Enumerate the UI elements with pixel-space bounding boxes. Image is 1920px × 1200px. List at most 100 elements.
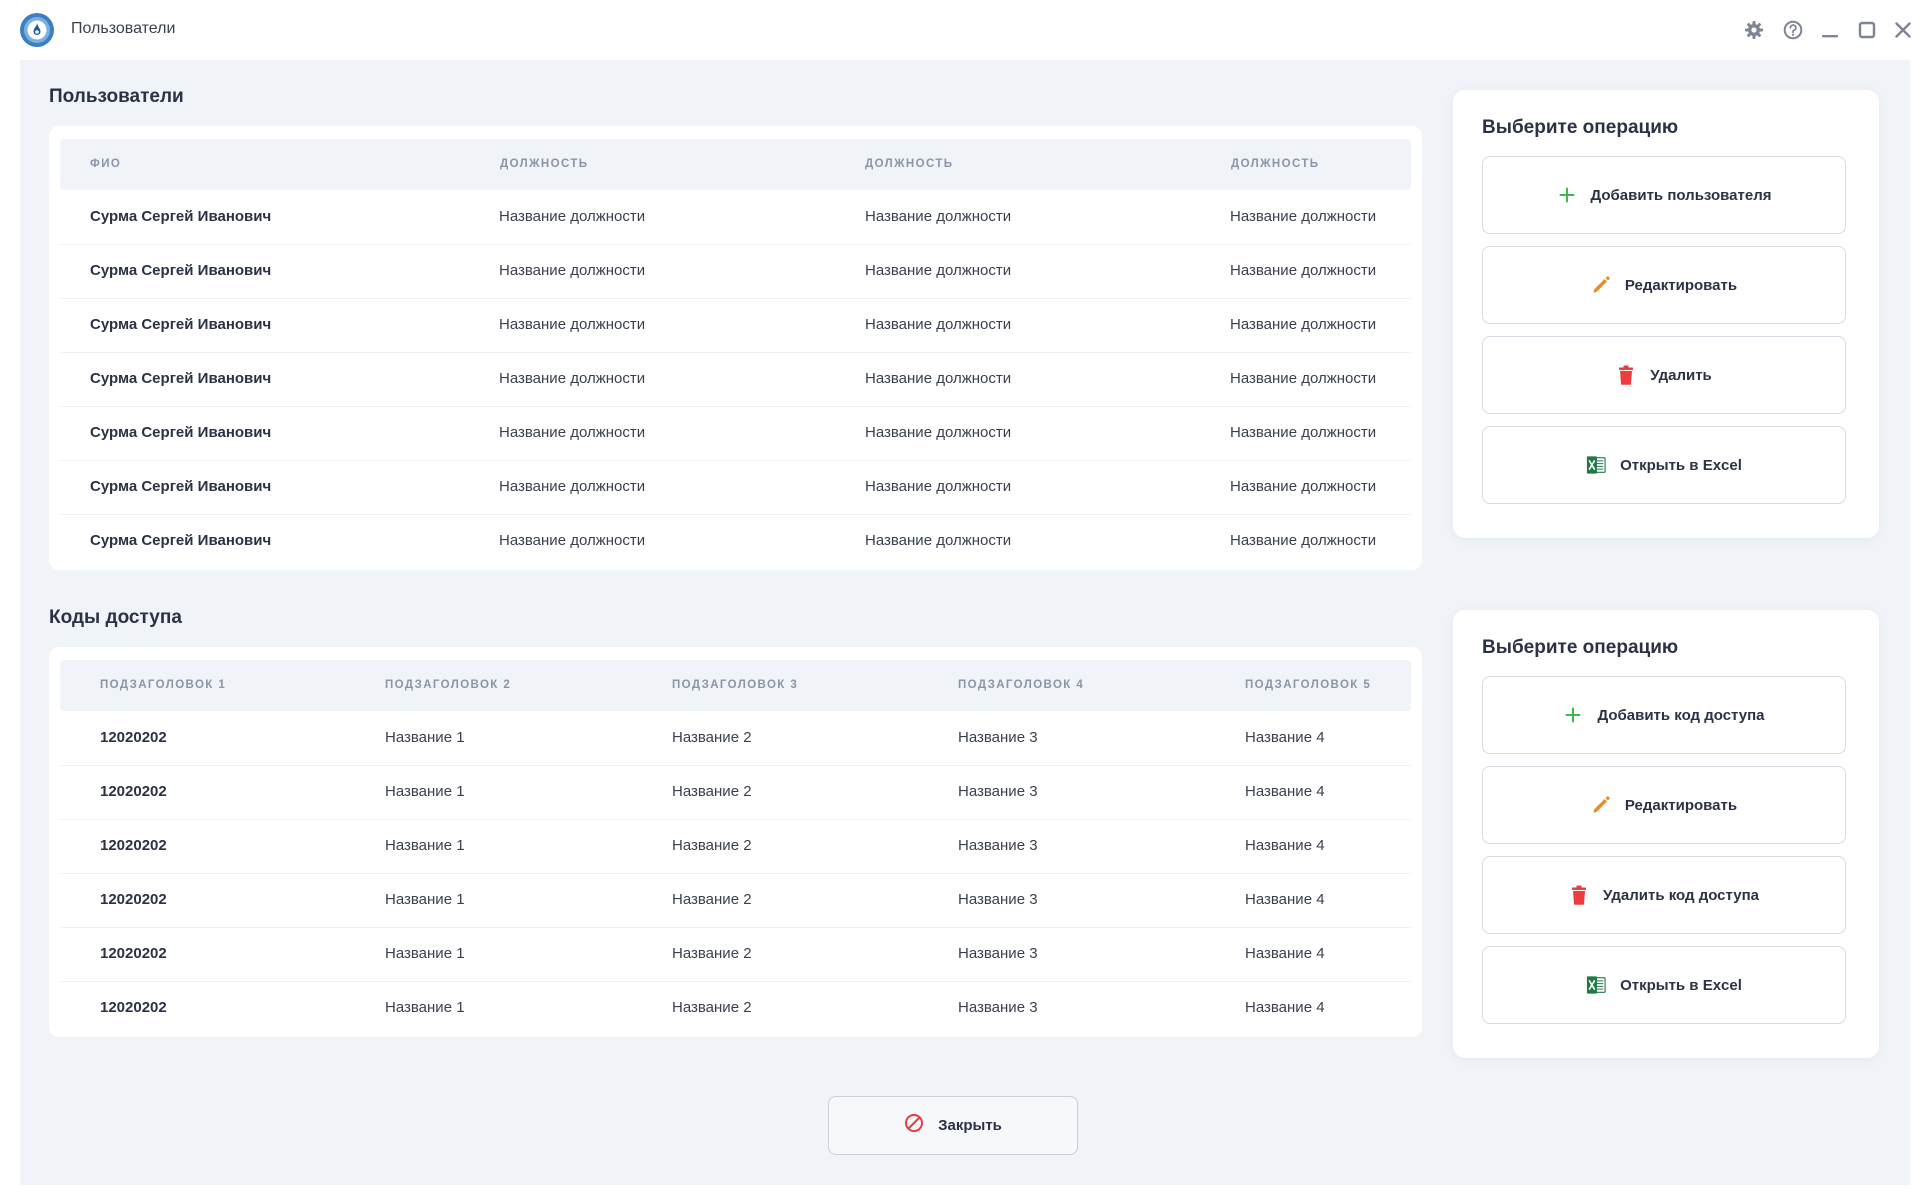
user-operations-title: Выберите операцию: [1482, 117, 1679, 138]
code-value-cell: Название 3: [958, 729, 1038, 746]
position-cell: Название должности: [1230, 316, 1377, 333]
code-value-cell: Название 4: [1245, 999, 1325, 1016]
column-header[interactable]: ФИО: [90, 158, 121, 170]
table-row[interactable]: Сурма Сергей Иванович Название должности…: [60, 460, 1411, 515]
position-cell: Название должности: [865, 370, 1012, 387]
table-row[interactable]: 12020202 Название 1 Название 2 Название …: [60, 765, 1411, 820]
codes-table-header: ПОДЗАГОЛОВОК 1 ПОДЗАГОЛОВОК 2 ПОДЗАГОЛОВ…: [60, 660, 1411, 711]
user-name-cell: Сурма Сергей Иванович: [90, 424, 272, 441]
column-header[interactable]: ПОДЗАГОЛОВОК 5: [1245, 679, 1371, 691]
position-cell: Название должности: [499, 370, 646, 387]
table-row[interactable]: Сурма Сергей Иванович Название должности…: [60, 406, 1411, 461]
table-row[interactable]: Сурма Сергей Иванович Название должности…: [60, 190, 1411, 245]
minimize-icon[interactable]: [1818, 18, 1842, 42]
code-value-cell: Название 2: [672, 837, 752, 854]
position-cell: Название должности: [865, 316, 1012, 333]
user-name-cell: Сурма Сергей Иванович: [90, 316, 272, 333]
plus-icon: [1563, 704, 1583, 726]
table-row[interactable]: 12020202 Название 1 Название 2 Название …: [60, 981, 1411, 1035]
user-operations-panel: Выберите операцию Добавить пользователя …: [1453, 90, 1879, 538]
position-cell: Название должности: [499, 208, 646, 225]
excel-icon: [1586, 974, 1606, 996]
position-cell: Название должности: [499, 424, 646, 441]
column-header[interactable]: ПОДЗАГОЛОВОК 4: [958, 679, 1084, 691]
table-row[interactable]: Сурма Сергей Иванович Название должности…: [60, 244, 1411, 299]
code-cell: 12020202: [100, 729, 167, 746]
open-excel-button[interactable]: Открыть в Excel: [1482, 426, 1846, 504]
code-value-cell: Название 1: [385, 837, 465, 854]
open-excel-button[interactable]: Открыть в Excel: [1482, 946, 1846, 1024]
position-cell: Название должности: [499, 532, 646, 549]
table-row[interactable]: Сурма Сергей Иванович Название должности…: [60, 514, 1411, 568]
cancel-icon: [904, 1113, 924, 1138]
code-value-cell: Название 4: [1245, 783, 1325, 800]
table-row[interactable]: Сурма Сергей Иванович Название должности…: [60, 298, 1411, 353]
edit-user-button[interactable]: Редактировать: [1482, 246, 1846, 324]
gear-icon[interactable]: [1742, 18, 1766, 42]
excel-icon: [1586, 454, 1606, 476]
add-user-button[interactable]: Добавить пользователя: [1482, 156, 1846, 234]
app-logo-icon: [18, 11, 56, 49]
close-icon[interactable]: [1891, 18, 1915, 42]
code-value-cell: Название 4: [1245, 837, 1325, 854]
add-user-label: Добавить пользователя: [1590, 186, 1772, 204]
code-value-cell: Название 3: [958, 945, 1038, 962]
position-cell: Название должности: [499, 478, 646, 495]
table-row[interactable]: 12020202 Название 1 Название 2 Название …: [60, 873, 1411, 928]
user-name-cell: Сурма Сергей Иванович: [90, 478, 272, 495]
position-cell: Название должности: [865, 262, 1012, 279]
position-cell: Название должности: [865, 532, 1012, 549]
code-operations-panel: Выберите операцию Добавить код доступа Р…: [1453, 610, 1879, 1058]
position-cell: Название должности: [1230, 262, 1377, 279]
content-area: Пользователи ФИО ДОЛЖНОСТЬ ДОЛЖНОСТЬ ДОЛ…: [20, 60, 1910, 1185]
table-row[interactable]: 12020202 Название 1 Название 2 Название …: [60, 819, 1411, 874]
code-value-cell: Название 2: [672, 783, 752, 800]
column-header[interactable]: ПОДЗАГОЛОВОК 2: [385, 679, 511, 691]
trash-icon: [1616, 364, 1636, 386]
codes-table: ПОДЗАГОЛОВОК 1 ПОДЗАГОЛОВОК 2 ПОДЗАГОЛОВ…: [49, 647, 1422, 1037]
add-access-code-button[interactable]: Добавить код доступа: [1482, 676, 1846, 754]
code-value-cell: Название 1: [385, 783, 465, 800]
code-operations-title: Выберите операцию: [1482, 637, 1679, 658]
help-icon[interactable]: [1781, 18, 1805, 42]
plus-icon: [1557, 184, 1577, 206]
user-name-cell: Сурма Сергей Иванович: [90, 208, 272, 225]
position-cell: Название должности: [865, 208, 1012, 225]
position-cell: Название должности: [1230, 370, 1377, 387]
delete-access-code-button[interactable]: Удалить код доступа: [1482, 856, 1846, 934]
table-row[interactable]: 12020202 Название 1 Название 2 Название …: [60, 927, 1411, 982]
pencil-icon: [1591, 274, 1611, 296]
close-window-label: Закрыть: [938, 1117, 1002, 1134]
column-header[interactable]: ДОЛЖНОСТЬ: [500, 158, 588, 170]
position-cell: Название должности: [1230, 478, 1377, 495]
code-value-cell: Название 2: [672, 999, 752, 1016]
delete-user-label: Удалить: [1650, 366, 1712, 384]
column-header[interactable]: ПОДЗАГОЛОВОК 3: [672, 679, 798, 691]
delete-user-button[interactable]: Удалить: [1482, 336, 1846, 414]
column-header[interactable]: ДОЛЖНОСТЬ: [865, 158, 953, 170]
table-row[interactable]: Сурма Сергей Иванович Название должности…: [60, 352, 1411, 407]
title-bar: Пользователи: [0, 0, 1920, 60]
code-value-cell: Название 2: [672, 891, 752, 908]
edit-access-code-button[interactable]: Редактировать: [1482, 766, 1846, 844]
delete-access-code-label: Удалить код доступа: [1603, 886, 1759, 904]
code-value-cell: Название 2: [672, 729, 752, 746]
position-cell: Название должности: [1230, 208, 1377, 225]
position-cell: Название должности: [1230, 532, 1377, 549]
close-window-button[interactable]: Закрыть: [828, 1096, 1078, 1155]
column-header[interactable]: ДОЛЖНОСТЬ: [1231, 158, 1319, 170]
column-header[interactable]: ПОДЗАГОЛОВОК 1: [100, 679, 226, 691]
table-row[interactable]: 12020202 Название 1 Название 2 Название …: [60, 711, 1411, 766]
position-cell: Название должности: [1230, 424, 1377, 441]
code-value-cell: Название 4: [1245, 945, 1325, 962]
maximize-icon[interactable]: [1855, 18, 1879, 42]
code-cell: 12020202: [100, 837, 167, 854]
code-value-cell: Название 1: [385, 729, 465, 746]
users-section-title: Пользователи: [49, 86, 184, 107]
user-name-cell: Сурма Сергей Иванович: [90, 262, 272, 279]
add-access-code-label: Добавить код доступа: [1597, 706, 1765, 724]
open-excel-label: Открыть в Excel: [1620, 456, 1742, 474]
code-value-cell: Название 4: [1245, 891, 1325, 908]
open-excel-label: Открыть в Excel: [1620, 976, 1742, 994]
code-value-cell: Название 2: [672, 945, 752, 962]
